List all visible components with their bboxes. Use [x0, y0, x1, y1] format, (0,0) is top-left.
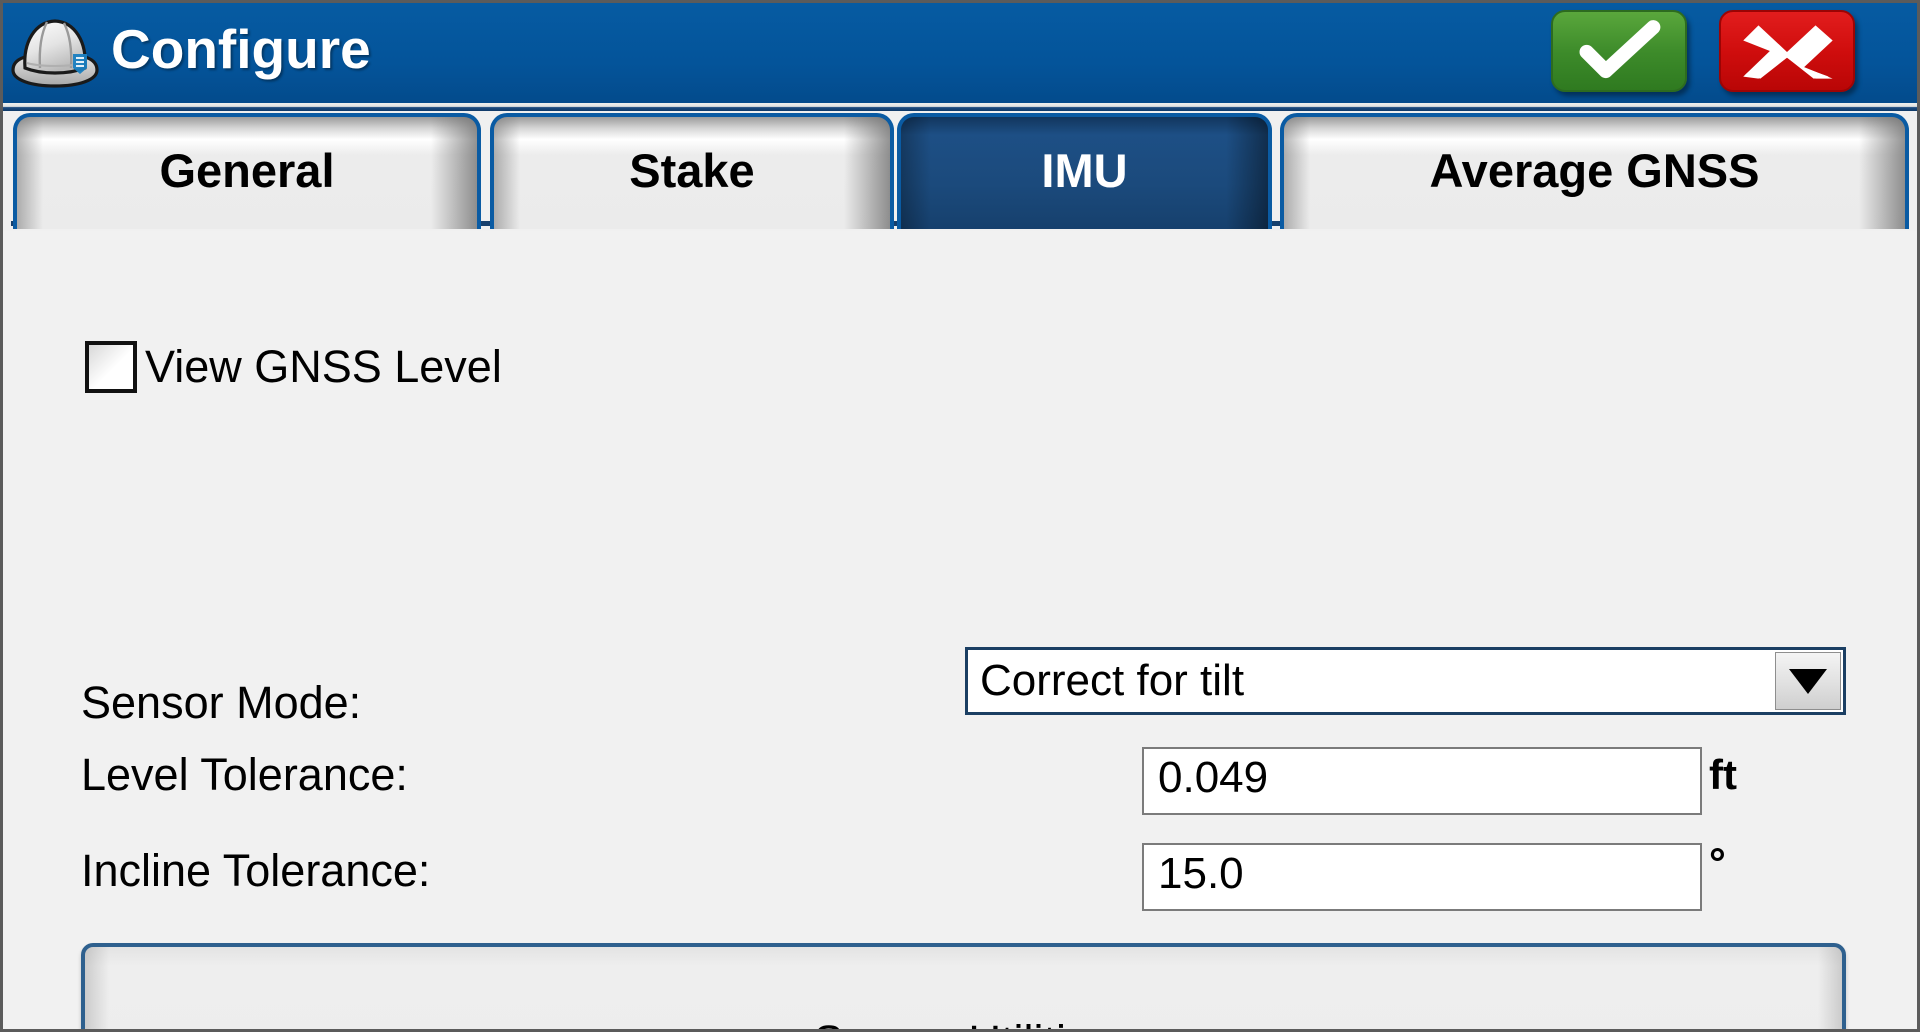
imu-settings-panel: View GNSS Level Sensor Mode: Correct for…	[3, 231, 1917, 1029]
tab-average-gnss[interactable]: Average GNSS	[1280, 113, 1909, 229]
view-gnss-level-label: View GNSS Level	[145, 341, 502, 392]
level-tolerance-label: Level Tolerance:	[81, 749, 408, 800]
tab-imu-label: IMU	[1041, 144, 1128, 197]
view-gnss-level-checkbox[interactable]	[85, 341, 137, 393]
incline-tolerance-value: 15.0	[1158, 849, 1244, 898]
titlebar-underline	[3, 103, 1917, 111]
tab-stake-label: Stake	[629, 144, 755, 197]
sensor-mode-dropdown[interactable]: Correct for tilt	[965, 647, 1846, 715]
sensor-mode-label: Sensor Mode:	[81, 677, 362, 728]
sensor-mode-dropdown-button[interactable]	[1775, 652, 1841, 710]
sensor-utilities-button[interactable]: Sensor Utilities	[81, 943, 1846, 1029]
x-icon	[1743, 25, 1833, 79]
tab-general[interactable]: General	[13, 113, 481, 229]
level-tolerance-input[interactable]: 0.049	[1142, 747, 1702, 815]
tab-general-label: General	[159, 144, 335, 197]
configure-window: Configure General Stake IMU Average GNSS	[0, 0, 1920, 1032]
incline-tolerance-label: Incline Tolerance:	[81, 845, 431, 896]
window-title: Configure	[111, 18, 371, 80]
hardhat-icon	[7, 8, 103, 96]
level-tolerance-unit: ft	[1709, 751, 1737, 798]
title-bar: Configure	[3, 3, 1917, 103]
checkmark-icon	[1579, 20, 1661, 79]
tab-stake[interactable]: Stake	[490, 113, 894, 229]
chevron-down-icon	[1789, 668, 1827, 694]
sensor-utilities-label: Sensor Utilities	[813, 1016, 1113, 1029]
tab-strip: General Stake IMU Average GNSS	[3, 111, 1917, 231]
accept-button[interactable]	[1551, 10, 1687, 92]
view-gnss-level-row[interactable]: View GNSS Level	[85, 341, 502, 393]
tab-imu[interactable]: IMU	[897, 113, 1272, 229]
incline-tolerance-unit: °	[1709, 839, 1726, 886]
incline-tolerance-input[interactable]: 15.0	[1142, 843, 1702, 911]
level-tolerance-value: 0.049	[1158, 753, 1269, 802]
sensor-mode-value: Correct for tilt	[980, 656, 1245, 705]
cancel-button[interactable]	[1719, 10, 1855, 92]
tab-average-gnss-label: Average GNSS	[1429, 144, 1760, 197]
